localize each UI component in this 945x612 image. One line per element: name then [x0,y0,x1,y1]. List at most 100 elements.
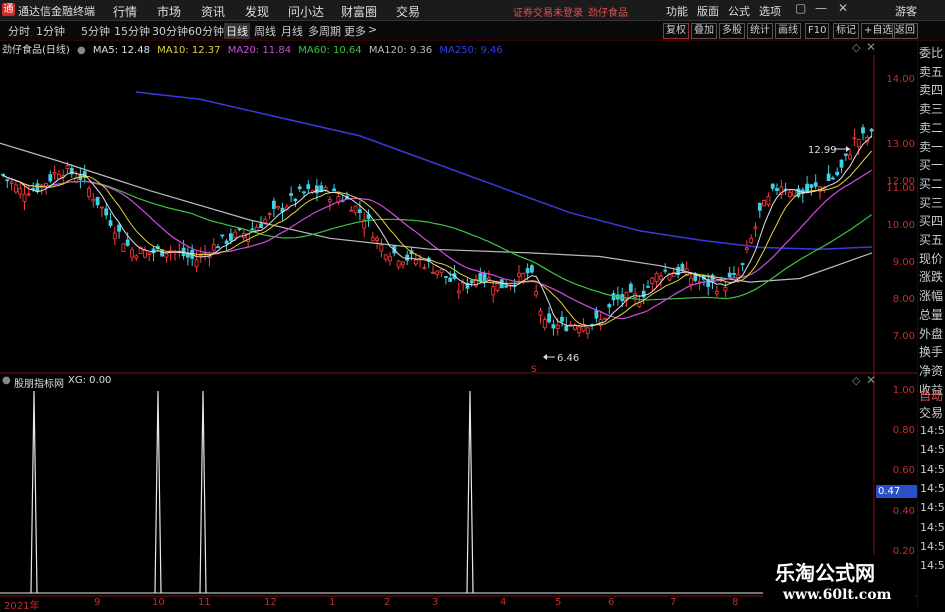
candle-body [297,186,302,190]
tab-more[interactable]: 更多 [344,23,366,39]
price-tick: 10.00 [886,220,915,231]
minimize-icon[interactable]: — [815,1,827,15]
indicator-tick: 1.00 [892,385,915,396]
draw-button[interactable]: 画线 [775,23,801,39]
candle-body [538,310,543,316]
tab-intraday[interactable]: 分时 [8,23,30,39]
mark-button[interactable]: 标记 [833,23,859,39]
collapse-icon[interactable]: ◇ [852,41,860,54]
candle-body [775,188,779,191]
quote-label: 买四 [919,214,944,229]
candle-body [147,252,152,255]
menu-news[interactable]: 资讯 [201,3,225,20]
quote-label: 卖四 [919,83,944,98]
tab-1min[interactable]: 1分钟 [36,23,65,39]
candle-body [413,259,418,265]
candle-body [125,239,130,246]
restore-icon[interactable]: ▢ [795,1,806,15]
menu-wealth[interactable]: 财富圈 [341,3,377,20]
price-tick: 9.00 [892,257,915,268]
menu-quotes[interactable]: 行情 [113,3,137,20]
candle-body [353,205,358,214]
menu-ask[interactable]: 问小达 [288,3,324,20]
menu-function[interactable]: 功能 [666,3,688,19]
user-guest[interactable]: 游客 [895,3,917,19]
tab-60min[interactable]: 60分钟 [188,23,224,39]
candle-body [456,290,461,294]
candle-body [439,269,444,274]
add-watchlist-button[interactable]: +自选 [861,23,896,39]
quote-label: 净资 [919,363,944,378]
f10-button[interactable]: F10 [805,23,830,39]
menu-market[interactable]: 市场 [157,3,181,20]
tab-multi-period[interactable]: 多周期 [308,23,341,39]
price-tick: 13.00 [886,139,915,150]
date-tick: 6 [608,597,615,608]
tab-weekly[interactable]: 周线 [254,23,276,39]
candle-body [856,139,861,148]
stock-alert[interactable]: 劲仔食品 [588,4,628,19]
candle-body [211,244,216,251]
candle-body [48,174,53,182]
close-icon[interactable]: ✕ [838,1,848,15]
quote-label: 总量 [919,307,944,322]
candle-body [327,198,332,203]
indicator-settings-icon[interactable]: ● [2,375,11,386]
multi-stock-button[interactable]: 多股 [719,23,745,39]
trade-time: 14:56 [920,520,945,534]
candle-body [486,277,491,281]
quote-label: 卖一 [919,139,944,154]
date-tick: 12 [264,597,277,608]
candle-body [568,324,573,326]
menu-options[interactable]: 选项 [759,3,781,19]
candle-body [530,265,534,273]
candle-body [1,173,5,176]
candle-body [551,324,556,329]
back-button[interactable]: 返回 [892,23,918,39]
title-bar: 通 通达信金融终端 行情 市场 资讯 发现 问小达 财富圈 交易 证券交易未登录… [0,0,945,21]
date-tick: 2 [384,597,391,608]
menu-trade[interactable]: 交易 [396,3,420,20]
candle-body [52,171,57,175]
watermark-url: www.60lt.com [783,587,892,603]
tab-daily[interactable]: 日线 [224,23,250,39]
trade-label[interactable]: 交易 [919,404,945,421]
menu-layout[interactable]: 版面 [697,3,719,19]
candle-body [323,186,328,191]
indicator-close-icon[interactable]: ✕ [866,373,876,387]
quote-label: 买三 [919,195,944,210]
low-label: 6.46 [557,353,579,364]
candle-body [646,285,650,288]
tab-30min[interactable]: 30分钟 [152,23,188,39]
candle-body [224,240,229,244]
tab-15min[interactable]: 15分钟 [114,23,150,39]
more-arrow-icon[interactable]: > [368,23,377,36]
panel-close-icon[interactable]: ✕ [866,40,876,54]
candle-body [628,283,633,293]
stats-button[interactable]: 统计 [747,23,773,39]
candle-body [306,184,311,190]
tab-5min[interactable]: 5分钟 [81,23,110,39]
candle-body [740,263,745,265]
overlay-button[interactable]: 叠加 [691,23,717,39]
candle-body [650,277,655,285]
indicator-collapse-icon[interactable]: ◇ [852,374,860,387]
auto-trade-label[interactable]: 自动 [919,387,945,404]
menu-discover[interactable]: 发现 [245,3,269,20]
tab-monthly[interactable]: 月线 [281,23,303,39]
xg-spike [199,390,207,594]
ma250-line [135,91,873,250]
menu-formula[interactable]: 公式 [728,3,750,19]
kline-chart[interactable]: 12.99 6.46 S [0,55,917,597]
candle-body [491,286,496,296]
login-alert[interactable]: 证券交易未登录 [513,4,583,19]
candle-body [5,179,10,182]
candle-body [220,234,225,237]
date-tick: 4 [500,597,507,608]
candle-body [723,287,728,292]
candle-body [564,325,569,332]
adjust-button[interactable]: 复权 [663,23,689,39]
quote-label: 涨跌 [919,270,944,285]
indicator-title[interactable]: 股朋指标网 [14,375,64,390]
candle-body [250,228,255,231]
